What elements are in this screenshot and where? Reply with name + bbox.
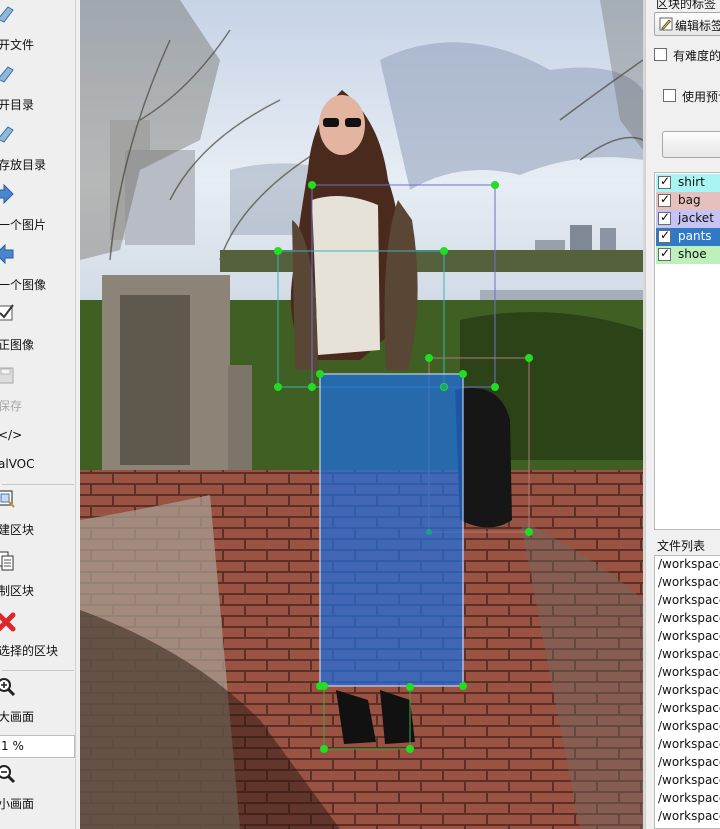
labelimg-window: 开文件 开目录 存放目录 一个图片 一个图像 正图像 保存 </> alVOC — [0, 0, 720, 829]
arrow-right-icon — [0, 184, 14, 204]
use-default-label-text: 使用预设 — [682, 90, 720, 104]
folder-open-icon — [0, 6, 14, 23]
box-labels-title: 区块的标签 — [656, 0, 717, 11]
label-item-checkbox[interactable] — [658, 228, 671, 243]
file-item[interactable]: /workspace — [658, 665, 720, 683]
label-item-pants-selected[interactable]: pants — [656, 228, 720, 246]
prev-image-label: 一个图像 — [0, 278, 47, 292]
zoom-in-icon — [0, 678, 16, 697]
file-item[interactable]: /workspace — [658, 773, 720, 791]
label-item-shoe[interactable]: shoe — [656, 246, 720, 264]
folder-save-dir-icon — [0, 126, 14, 143]
verify-check-icon — [0, 304, 14, 321]
open-dir-label: 开目录 — [0, 98, 35, 112]
difficult-checkbox[interactable] — [654, 48, 667, 61]
file-item[interactable]: /workspace — [658, 647, 720, 665]
file-item[interactable]: /workspace — [658, 683, 720, 701]
delete-x-icon — [0, 612, 16, 632]
label-item-shirt[interactable]: shirt — [656, 174, 720, 192]
bbox-pants-selected[interactable] — [319, 373, 464, 687]
file-item[interactable]: /workspace — [658, 737, 720, 755]
edit-label-button[interactable]: 编辑标签 — [654, 12, 720, 36]
zoom-out-icon — [0, 765, 16, 784]
next-image-label: 一个图片 — [0, 218, 47, 232]
change-save-dir-label: 存放目录 — [0, 158, 47, 172]
create-box-icon — [0, 490, 15, 508]
label-item-text: pants — [678, 229, 712, 243]
duplicate-box-label: 制区块 — [0, 584, 35, 598]
format-pascalvoc-label: alVOC — [0, 457, 35, 471]
delete-box-label: 选择的区块 — [0, 644, 59, 658]
verify-image-label: 正图像 — [0, 338, 35, 352]
file-list-title: 文件列表 — [657, 539, 706, 553]
image-canvas[interactable] — [80, 0, 643, 829]
label-item-checkbox[interactable] — [658, 210, 671, 225]
file-item[interactable]: /workspace — [658, 791, 720, 809]
photo-scene — [80, 0, 643, 829]
difficult-label: 有难度的 — [673, 49, 720, 63]
arrow-left-icon — [0, 244, 14, 264]
edit-pencil-icon — [659, 17, 673, 31]
toolbar-separator — [2, 670, 74, 671]
file-item[interactable]: /workspace — [658, 719, 720, 737]
label-item-checkbox[interactable] — [658, 174, 671, 189]
default-label-field[interactable] — [662, 131, 720, 158]
edit-label-text: 编辑标签 — [675, 19, 720, 33]
save-label: 保存 — [0, 399, 23, 413]
right-dock: 区块的标签 编辑标签 有难度的 使用预设 shirt bag jacket — [645, 0, 720, 829]
use-default-label-checkbox[interactable] — [663, 89, 676, 102]
zoom-out-label: 小画面 — [0, 797, 35, 811]
label-item-jacket[interactable]: jacket — [656, 210, 720, 228]
label-item-bag[interactable]: bag — [656, 192, 720, 210]
file-item[interactable]: /workspace — [658, 593, 720, 611]
copy-box-icon — [0, 551, 14, 571]
label-item-checkbox[interactable] — [658, 192, 671, 207]
label-list[interactable]: shirt bag jacket pants shoe — [654, 172, 720, 530]
toolbar-separator — [2, 484, 74, 485]
file-item[interactable]: /workspace — [658, 755, 720, 773]
file-item[interactable]: /workspace — [658, 575, 720, 593]
file-list[interactable]: /workspace /workspace /workspace /worksp… — [654, 555, 720, 829]
file-item[interactable]: /workspace — [658, 611, 720, 629]
file-item[interactable]: /workspace — [658, 629, 720, 647]
zoom-value-field[interactable]: 1 % — [0, 735, 75, 758]
label-item-text: shirt — [678, 175, 705, 189]
left-toolbar: 开文件 开目录 存放目录 一个图片 一个图像 正图像 保存 </> alVOC — [0, 0, 76, 829]
label-item-text: shoe — [678, 247, 707, 261]
file-item[interactable]: /workspace — [658, 557, 720, 575]
create-box-label: 建区块 — [0, 523, 35, 537]
open-file-label: 开文件 — [0, 38, 35, 52]
save-disk-icon — [0, 367, 14, 384]
label-item-checkbox[interactable] — [658, 246, 671, 261]
folder-open-dir-icon — [0, 66, 14, 83]
label-item-text: jacket — [678, 211, 714, 225]
format-code-label: </> — [0, 428, 23, 442]
file-item[interactable]: /workspace — [658, 701, 720, 719]
file-item[interactable]: /workspace — [658, 809, 720, 827]
label-item-text: bag — [678, 193, 701, 207]
zoom-in-label: 大画面 — [0, 710, 35, 724]
